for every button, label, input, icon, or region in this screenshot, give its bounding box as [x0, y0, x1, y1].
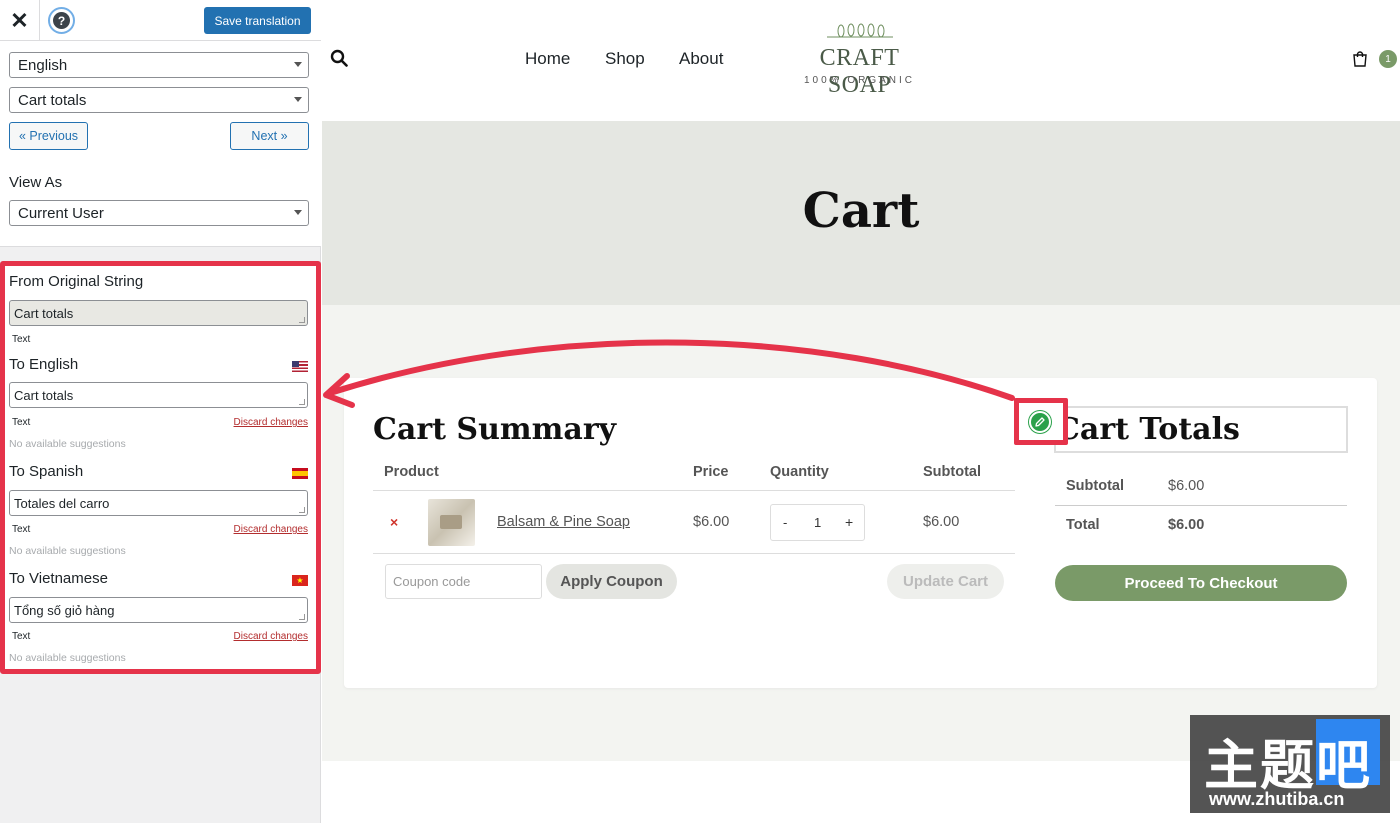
help-glyph: ?	[53, 12, 70, 29]
table-divider	[373, 553, 1015, 554]
resize-handle-icon	[299, 507, 305, 513]
table-divider	[373, 490, 1015, 491]
logo-name: CRAFT SOAP	[819, 45, 900, 98]
product-column-header: Product	[384, 464, 439, 480]
pencil-glyph	[1035, 417, 1045, 427]
chevron-down-icon	[294, 210, 302, 215]
view-as-value: Current User	[18, 205, 104, 222]
quantity-column-header: Quantity	[770, 464, 829, 480]
type-label: Text	[12, 524, 31, 535]
chevron-down-icon	[294, 97, 302, 102]
previous-button[interactable]: « Previous	[9, 122, 88, 150]
leaf-branch-icon	[827, 23, 893, 38]
close-icon[interactable]: ✕	[0, 0, 40, 41]
us-flag-icon	[292, 361, 308, 372]
cart-icon[interactable]	[1352, 51, 1368, 67]
subtotal-column-header: Subtotal	[923, 464, 981, 480]
vn-flag-icon: ★	[292, 575, 308, 586]
resize-handle-icon	[299, 614, 305, 620]
language-select[interactable]: English	[9, 52, 309, 78]
update-cart-button[interactable]: Update Cart	[887, 564, 1004, 599]
next-button[interactable]: Next »	[230, 122, 309, 150]
edit-string-highlight	[1014, 398, 1068, 445]
english-translation-field[interactable]: Cart totals	[9, 382, 308, 408]
english-translation-value: Cart totals	[14, 388, 74, 403]
help-icon[interactable]: ?	[48, 7, 75, 34]
original-string-field: Cart totals	[9, 300, 308, 326]
product-thumbnail[interactable]	[428, 499, 475, 546]
coupon-input[interactable]: Coupon code	[385, 564, 542, 599]
original-string-value: Cart totals	[14, 306, 74, 321]
resize-handle-icon	[299, 399, 305, 405]
subtotal-label: Subtotal	[1066, 478, 1124, 494]
price-column-header: Price	[693, 464, 729, 480]
spanish-translation-value: Totales del carro	[14, 496, 110, 511]
item-subtotal: $6.00	[923, 514, 960, 530]
subtotal-value: $6.00	[1168, 478, 1205, 494]
save-translation-button[interactable]: Save translation	[204, 7, 311, 34]
cart-totals-title[interactable]: Cart Totals	[1056, 412, 1240, 447]
to-vietnamese-label: To Vietnamese	[9, 570, 108, 587]
discard-changes-link[interactable]: Discard changes	[234, 524, 308, 535]
cart-card: Cart Summary Product Price Quantity Subt…	[344, 378, 1377, 688]
no-suggestions-text: No available suggestions	[9, 652, 126, 664]
original-string-label: From Original String	[9, 273, 144, 290]
product-link[interactable]: Balsam & Pine Soap	[497, 514, 630, 530]
site-preview: Home Shop About CRAFT SOAP 100% ORGANIC …	[322, 0, 1400, 823]
proceed-to-checkout-button[interactable]: Proceed To Checkout	[1055, 565, 1347, 601]
language-select-value: English	[18, 57, 68, 74]
sidebar-controls: English Cart totals « Previous Next » Vi…	[0, 41, 321, 247]
page-hero: Cart	[322, 121, 1400, 305]
quantity-increase-button[interactable]: +	[845, 514, 853, 530]
translation-sidebar: ✕ ? Save translation English Cart totals…	[0, 0, 321, 823]
quantity-value[interactable]: 1	[814, 515, 821, 530]
view-as-label: View As	[9, 174, 63, 191]
no-suggestions-text: No available suggestions	[9, 438, 126, 450]
vietnamese-translation-value: Tổng số giỏ hàng	[14, 603, 115, 618]
totals-divider	[1055, 505, 1347, 506]
page-title: Cart	[802, 183, 920, 239]
apply-coupon-button[interactable]: Apply Coupon	[546, 564, 677, 599]
cart-count-badge: 1	[1379, 50, 1397, 68]
quantity-stepper[interactable]: - 1 +	[770, 504, 865, 541]
to-spanish-label: To Spanish	[9, 463, 84, 480]
watermark: 主题吧 www.zhutiba.cn	[1190, 715, 1390, 813]
type-label: Text	[12, 417, 31, 428]
view-as-select[interactable]: Current User	[9, 200, 309, 226]
total-value: $6.00	[1168, 517, 1205, 533]
type-label: Text	[12, 631, 31, 642]
total-label: Total	[1066, 517, 1100, 533]
chevron-down-icon	[294, 62, 302, 67]
spanish-translation-field[interactable]: Totales del carro	[9, 490, 308, 516]
logo-tagline: 100% ORGANIC	[803, 75, 916, 86]
translation-panel: From Original String Cart totals Text To…	[0, 261, 321, 674]
type-label: Text	[12, 334, 31, 345]
vietnamese-translation-field[interactable]: Tổng số giỏ hàng	[9, 597, 308, 623]
no-suggestions-text: No available suggestions	[9, 545, 126, 557]
nav-home-link[interactable]: Home	[525, 49, 570, 69]
cart-summary-title: Cart Summary	[373, 412, 617, 447]
quantity-decrease-button[interactable]: -	[783, 515, 787, 530]
pencil-icon[interactable]	[1029, 411, 1051, 433]
resize-handle-icon	[299, 317, 305, 323]
watermark-url: www.zhutiba.cn	[1209, 789, 1345, 809]
search-icon[interactable]	[330, 49, 348, 67]
to-english-label: To English	[9, 356, 79, 373]
es-flag-icon	[292, 468, 308, 479]
nav-shop-link[interactable]: Shop	[605, 49, 645, 69]
site-header: Home Shop About CRAFT SOAP 100% ORGANIC …	[322, 0, 1400, 121]
string-select[interactable]: Cart totals	[9, 87, 309, 113]
discard-changes-link[interactable]: Discard changes	[234, 417, 308, 428]
string-select-value: Cart totals	[18, 92, 87, 109]
remove-item-icon[interactable]: ×	[390, 514, 398, 530]
item-price: $6.00	[693, 514, 730, 530]
sidebar-topbar: ✕ ? Save translation	[0, 0, 321, 41]
nav-about-link[interactable]: About	[679, 49, 723, 69]
discard-changes-link[interactable]: Discard changes	[234, 631, 308, 642]
